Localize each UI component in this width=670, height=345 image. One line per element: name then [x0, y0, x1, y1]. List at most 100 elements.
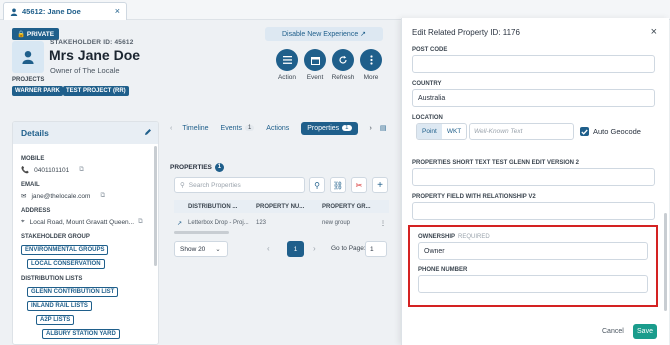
action-label: Action — [277, 74, 297, 81]
short-text-label: PROPERTIES SHORT TEXT TEST GLENN EDIT VE… — [412, 160, 580, 166]
event-label: Event — [306, 74, 324, 81]
search-properties-input[interactable]: ⚲ Search Properties — [174, 177, 305, 193]
email-label: EMAIL — [21, 182, 40, 188]
unlink-icon: ✂ — [355, 180, 363, 190]
project-chip[interactable]: WARNER PARK — [12, 86, 63, 96]
table-scrollbar[interactable] — [174, 231, 229, 234]
postcode-field[interactable] — [412, 55, 655, 73]
modal-scrollbar[interactable] — [664, 213, 667, 311]
details-card: Details MOBILE 📞 0401101101 ⧉ EMAIL ✉ ja… — [12, 121, 159, 345]
disable-new-experience-button[interactable]: Disable New Experience ↗ — [265, 27, 383, 41]
more-button[interactable]: More — [357, 49, 385, 81]
link-button[interactable]: ⛓ — [330, 177, 346, 193]
page-button[interactable]: 1 — [287, 241, 304, 257]
wkt-input[interactable]: Well-Known Text — [469, 123, 574, 140]
person-icon — [10, 8, 18, 16]
distribution-chip[interactable]: INLAND RAIL LISTS — [27, 301, 92, 311]
mobile-value: 📞 0401101101 ⧉ — [21, 166, 84, 174]
postcode-label: POST CODE — [412, 47, 448, 53]
ownership-label: OWNERSHIP REQUIRED — [418, 234, 490, 240]
details-title: Details — [21, 128, 49, 138]
more-vertical-icon[interactable]: ⋮ — [380, 220, 389, 227]
edit-related-property-panel: Edit Related Property ID: 1176 × POST CO… — [401, 18, 669, 345]
chevron-left-icon[interactable]: ‹ — [170, 125, 172, 132]
email-value: ✉ jane@thelocale.com ⧉ — [21, 192, 105, 200]
more-label: More — [363, 74, 379, 81]
go-to-page-input[interactable]: 1 — [365, 241, 387, 257]
short-text-field[interactable] — [412, 168, 655, 186]
content-tabs: ‹ Timeline Events 1 Actions Properties 1 ›… — [170, 120, 386, 136]
save-button[interactable]: Save — [633, 324, 657, 339]
tab-properties[interactable]: Properties 1 — [301, 121, 358, 135]
search-icon: ⚲ — [180, 182, 185, 189]
stakeholder-group-label: STAKEHOLDER GROUP — [21, 234, 90, 240]
document-icon[interactable]: ▤ — [380, 124, 387, 132]
tab-actions[interactable]: Actions — [266, 125, 289, 132]
unlink-button[interactable]: ✂ — [351, 177, 367, 193]
open-link-icon[interactable]: ↗ — [174, 220, 188, 227]
events-count-badge: 1 — [244, 125, 255, 131]
event-button[interactable]: Event — [301, 49, 329, 81]
properties-count: 1 — [214, 163, 224, 172]
chevron-right-icon[interactable]: › — [313, 244, 316, 253]
distribution-lists-label: DISTRIBUTION LISTS — [21, 276, 83, 282]
phone-field[interactable] — [418, 275, 648, 293]
tab-title: 45612: Jane Doe — [22, 7, 81, 16]
modal-title: Edit Related Property ID: 1176 — [412, 28, 520, 37]
required-marker: REQUIRED — [458, 234, 490, 240]
project-chip[interactable]: TEST PROJECT (RR) — [63, 86, 129, 96]
copy-icon[interactable]: ⧉ — [138, 218, 143, 226]
close-icon[interactable]: × — [651, 26, 657, 38]
private-label: PRIVATE — [26, 31, 55, 38]
search-button[interactable]: ⚲ — [309, 177, 325, 193]
location-pin-icon: ⌖ — [21, 218, 25, 225]
tab-events[interactable]: Events 1 — [221, 125, 255, 132]
copy-icon[interactable]: ⧉ — [79, 166, 84, 174]
plus-icon: + — [377, 179, 383, 191]
column-header[interactable]: DISTRIBUTION ... — [188, 204, 256, 210]
tab-timeline[interactable]: Timeline — [182, 125, 208, 132]
column-header[interactable]: PROPERTY NU... — [256, 204, 322, 210]
stakeholder-name: Mrs Jane Doe — [49, 47, 141, 63]
chevron-left-icon[interactable]: ‹ — [267, 244, 270, 253]
stakeholder-tab[interactable]: 45612: Jane Doe × — [3, 2, 127, 20]
copy-icon[interactable]: ⧉ — [100, 192, 105, 200]
relationship-field[interactable] — [412, 202, 655, 220]
page-size-select[interactable]: Show 20 ⌄ — [174, 241, 228, 257]
address-value: ⌖ Local Road, Mount Gravatt Queen... ⧉ — [21, 218, 143, 226]
chevron-down-icon: ⌄ — [215, 246, 221, 253]
page-size-value: Show 20 — [180, 245, 206, 253]
table-cell: 123 — [256, 220, 267, 226]
distribution-chip[interactable]: A2P LISTS — [36, 315, 75, 325]
add-button[interactable]: + — [372, 177, 388, 193]
table-cell: Letterbox Drop - Proj... — [188, 220, 249, 226]
properties-count-badge: 1 — [342, 125, 352, 131]
properties-table-header: DISTRIBUTION ... PROPERTY NU... PROPERTY… — [174, 200, 389, 213]
tab-events-label: Events — [220, 124, 242, 132]
point-option[interactable]: Point — [417, 124, 442, 139]
ownership-field[interactable]: Owner — [418, 242, 648, 260]
country-field[interactable]: Australia — [412, 89, 655, 107]
details-scrollbar[interactable] — [154, 146, 157, 266]
column-header[interactable]: PROPERTY GR... — [322, 204, 382, 210]
cancel-button[interactable]: Cancel — [602, 328, 624, 335]
refresh-button[interactable]: Refresh — [329, 49, 357, 81]
search-placeholder: Search Properties — [188, 181, 241, 189]
location-type-toggle: Point WKT — [416, 123, 468, 140]
auto-geocode-checkbox[interactable] — [580, 127, 589, 136]
group-chip[interactable]: LOCAL CONSERVATION — [27, 259, 105, 269]
avatar — [12, 41, 44, 73]
details-header: Details — [13, 122, 158, 144]
mobile-label: MOBILE — [21, 156, 45, 162]
wkt-option[interactable]: WKT — [442, 124, 466, 139]
pencil-icon[interactable] — [144, 128, 152, 136]
action-button[interactable]: Action — [273, 49, 301, 81]
distribution-chip[interactable]: GLENN CONTRIBUTION LIST — [27, 287, 119, 297]
close-tab-icon[interactable]: × — [115, 6, 120, 16]
table-row[interactable]: ↗ Letterbox Drop - Proj... 123 new group… — [174, 217, 389, 229]
distribution-chip[interactable]: ALBURY STATION YARD — [42, 329, 120, 339]
chevron-right-icon[interactable]: › — [370, 125, 372, 132]
tab-timeline-label: Timeline — [182, 124, 209, 132]
mail-icon: ✉ — [21, 193, 27, 200]
group-chip[interactable]: ENVIRONMENTAL GROUPS — [21, 245, 109, 255]
